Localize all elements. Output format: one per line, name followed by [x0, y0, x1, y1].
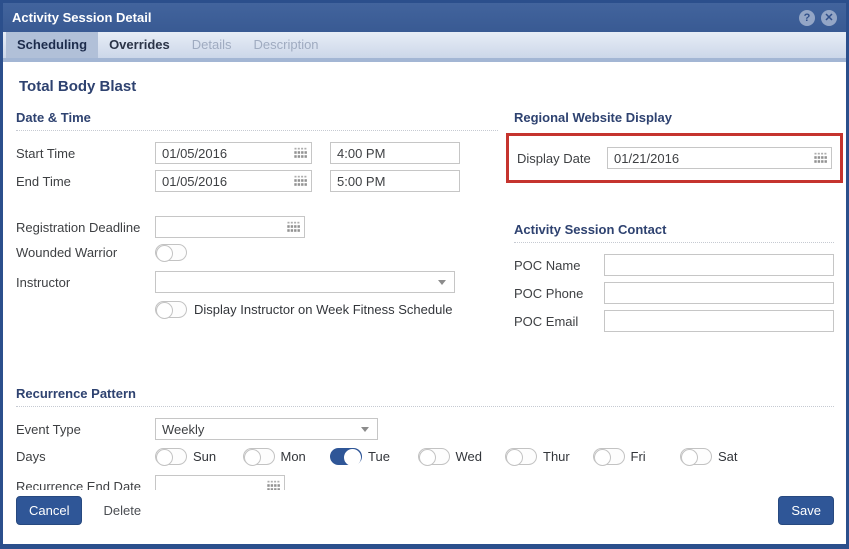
event-type-row: Event Type Weekly [16, 418, 834, 440]
dialog-content: Total Body Blast Date & Time Start Time … [3, 62, 846, 490]
instructor-label: Instructor [16, 275, 155, 290]
tab-overrides[interactable]: Overrides [98, 32, 181, 58]
tab-description: Description [243, 32, 330, 58]
event-type-select[interactable]: Weekly [155, 418, 378, 440]
chevron-down-icon [438, 280, 446, 285]
delete-link[interactable]: Delete [103, 503, 141, 518]
poc-email-label: POC Email [514, 314, 604, 329]
instructor-row: Instructor [16, 271, 498, 293]
day-tue-toggle[interactable] [330, 448, 362, 465]
day-sun: Sun [155, 448, 243, 465]
day-sun-toggle[interactable] [155, 448, 187, 465]
page-title: Total Body Blast [19, 78, 834, 95]
recurrence-end-date-input[interactable] [155, 475, 285, 490]
start-date-input[interactable] [155, 142, 312, 164]
activity-session-detail-dialog: Activity Session Detail ? ✕ Scheduling O… [0, 0, 849, 549]
calendar-icon[interactable] [287, 221, 300, 233]
save-button[interactable]: Save [778, 496, 834, 525]
day-wed-toggle[interactable] [418, 448, 450, 465]
registration-deadline-label: Registration Deadline [16, 220, 155, 235]
day-wed: Wed [418, 448, 506, 465]
poc-phone-input[interactable] [604, 282, 834, 304]
day-label: Tue [368, 449, 390, 464]
event-type-label: Event Type [16, 422, 155, 437]
end-date-input[interactable] [155, 170, 312, 192]
cancel-button[interactable]: Cancel [16, 496, 82, 525]
day-label: Sat [718, 449, 738, 464]
left-column: Date & Time Start Time End Time [16, 110, 498, 338]
poc-email-input[interactable] [604, 310, 834, 332]
calendar-icon[interactable] [294, 147, 307, 159]
dialog-footer: Cancel Delete Save [3, 490, 846, 544]
display-date-row: Display Date [517, 147, 832, 169]
end-time-row: End Time [16, 170, 498, 192]
section-contact-title: Activity Session Contact [514, 222, 834, 243]
day-thur-toggle[interactable] [505, 448, 537, 465]
days-label: Days [16, 449, 155, 464]
day-fri-toggle[interactable] [593, 448, 625, 465]
poc-phone-label: POC Phone [514, 286, 604, 301]
instructor-select[interactable] [155, 271, 455, 293]
section-regional-title: Regional Website Display [514, 110, 834, 130]
display-date-input[interactable] [607, 147, 832, 169]
titlebar: Activity Session Detail ? ✕ [3, 3, 846, 32]
end-time-label: End Time [16, 174, 155, 189]
poc-phone-row: POC Phone [514, 282, 834, 304]
recurrence-section: Recurrence Pattern Event Type Weekly Day… [16, 386, 834, 490]
right-column: Regional Website Display Display Date Ac… [498, 110, 834, 338]
poc-email-row: POC Email [514, 310, 834, 332]
day-sat-toggle[interactable] [680, 448, 712, 465]
start-time-row: Start Time [16, 142, 498, 164]
close-icon[interactable]: ✕ [821, 10, 837, 26]
calendar-icon[interactable] [814, 152, 827, 164]
poc-name-row: POC Name [514, 254, 834, 276]
display-instructor-toggle[interactable] [155, 301, 187, 318]
tab-bar: Scheduling Overrides Details Description [3, 32, 846, 62]
start-time-input[interactable] [330, 142, 460, 164]
end-time-input[interactable] [330, 170, 460, 192]
day-label: Wed [456, 449, 483, 464]
display-instructor-label: Display Instructor on Week Fitness Sched… [194, 302, 452, 317]
display-instructor-row: Display Instructor on Week Fitness Sched… [155, 301, 498, 318]
wounded-warrior-toggle[interactable] [155, 244, 187, 261]
day-thur: Thur [505, 448, 593, 465]
display-date-highlight-box: Display Date [506, 133, 843, 183]
day-tue: Tue [330, 448, 418, 465]
day-sat: Sat [680, 448, 768, 465]
day-fri: Fri [593, 448, 681, 465]
display-date-label: Display Date [517, 151, 607, 166]
poc-name-label: POC Name [514, 258, 604, 273]
day-label: Sun [193, 449, 216, 464]
event-type-value: Weekly [162, 422, 204, 437]
days-row: Days Sun Mon Tue Wed [16, 448, 834, 465]
day-label: Mon [281, 449, 306, 464]
day-mon-toggle[interactable] [243, 448, 275, 465]
chevron-down-icon [361, 427, 369, 432]
recurrence-end-date-row: Recurrence End Date [16, 475, 834, 490]
section-recurrence-title: Recurrence Pattern [16, 386, 834, 407]
section-date-time-title: Date & Time [16, 110, 498, 131]
recurrence-end-date-label: Recurrence End Date [16, 479, 155, 491]
day-mon: Mon [243, 448, 331, 465]
poc-name-input[interactable] [604, 254, 834, 276]
dialog-title: Activity Session Detail [12, 10, 793, 25]
wounded-warrior-row: Wounded Warrior [16, 244, 498, 261]
registration-deadline-row: Registration Deadline [16, 216, 498, 238]
calendar-icon[interactable] [294, 175, 307, 187]
day-label: Thur [543, 449, 570, 464]
tab-details: Details [181, 32, 243, 58]
contact-section: Activity Session Contact POC Name POC Ph… [514, 222, 834, 332]
day-label: Fri [631, 449, 646, 464]
help-icon[interactable]: ? [799, 10, 815, 26]
wounded-warrior-label: Wounded Warrior [16, 245, 155, 260]
calendar-icon[interactable] [267, 480, 280, 490]
start-time-label: Start Time [16, 146, 155, 161]
registration-deadline-input[interactable] [155, 216, 305, 238]
tab-scheduling[interactable]: Scheduling [6, 32, 98, 58]
